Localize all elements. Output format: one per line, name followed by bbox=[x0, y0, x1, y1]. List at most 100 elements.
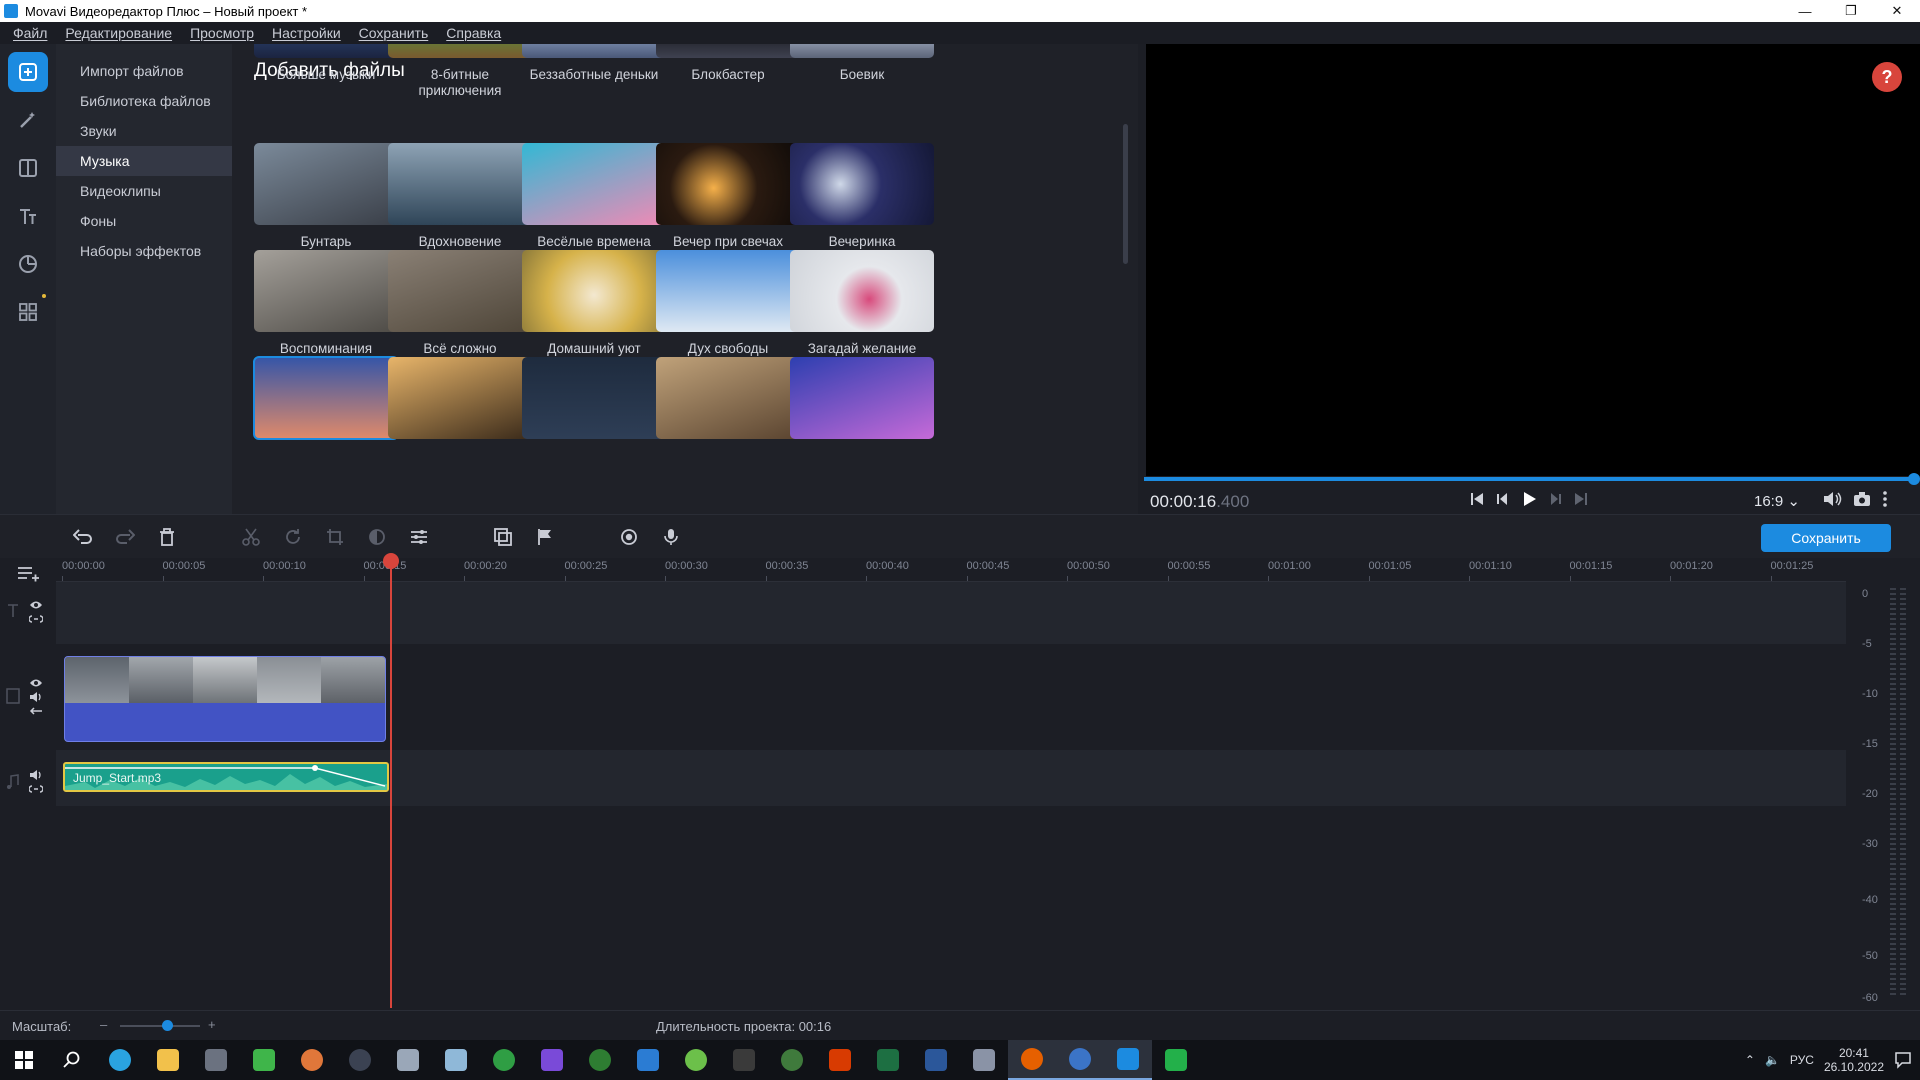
snapshot-icon[interactable] bbox=[1852, 490, 1872, 508]
music-tile[interactable] bbox=[790, 357, 934, 439]
play-button[interactable] bbox=[1520, 490, 1538, 508]
preview-progress-bar[interactable] bbox=[1144, 477, 1914, 481]
playhead-handle[interactable] bbox=[383, 553, 399, 569]
music-tile[interactable]: Беззаботные деньки bbox=[522, 44, 666, 83]
taskbar-app-utorrent[interactable] bbox=[672, 1040, 720, 1080]
audio-mute-icon[interactable] bbox=[29, 770, 43, 780]
redo-button[interactable] bbox=[114, 526, 136, 548]
taskbar-app-green[interactable] bbox=[240, 1040, 288, 1080]
music-tile[interactable]: Блокбастер bbox=[656, 44, 800, 83]
tray-expand-icon[interactable]: ⌃ bbox=[1745, 1053, 1755, 1067]
taskbar-app-green2[interactable] bbox=[1152, 1040, 1200, 1080]
taskbar-app-xbox[interactable] bbox=[576, 1040, 624, 1080]
color-adjust-button[interactable] bbox=[366, 526, 388, 548]
filters-tool-button[interactable] bbox=[8, 100, 48, 140]
taskbar-app-photos[interactable] bbox=[624, 1040, 672, 1080]
more-tools-button[interactable] bbox=[8, 292, 48, 332]
taskbar-word[interactable] bbox=[912, 1040, 960, 1080]
taskbar-app-gpu[interactable] bbox=[480, 1040, 528, 1080]
music-tile[interactable]: Больше музыки bbox=[254, 44, 398, 83]
zoom-out-icon[interactable]: – bbox=[100, 1017, 107, 1032]
music-tile[interactable]: Весёлые времена bbox=[522, 143, 666, 250]
title-visibility-icon[interactable] bbox=[29, 600, 43, 610]
tray-volume-icon[interactable]: 🔈 bbox=[1765, 1053, 1780, 1067]
music-tile[interactable]: Всё сложно bbox=[388, 250, 532, 357]
audio-clip[interactable]: Jump_Start.mp3 bbox=[63, 762, 389, 792]
more-options-icon[interactable] bbox=[1882, 490, 1888, 508]
menu-help[interactable]: Справка bbox=[437, 25, 510, 41]
tray-clock[interactable]: 20:41 26.10.2022 bbox=[1824, 1046, 1884, 1074]
music-tile[interactable] bbox=[656, 357, 800, 439]
menu-settings[interactable]: Настройки bbox=[263, 25, 350, 41]
title-track[interactable] bbox=[56, 582, 1846, 644]
menu-edit[interactable]: Редактирование bbox=[56, 25, 181, 41]
music-tile[interactable]: Боевик bbox=[790, 44, 934, 83]
music-tile[interactable] bbox=[253, 356, 399, 440]
music-tile[interactable]: Бунтарь bbox=[254, 143, 398, 250]
category-file-library[interactable]: Библиотека файлов bbox=[56, 86, 232, 116]
taskbar-telegram[interactable] bbox=[96, 1040, 144, 1080]
taskbar-qbittorrent[interactable] bbox=[1056, 1040, 1104, 1080]
taskbar-app-monitor[interactable] bbox=[960, 1040, 1008, 1080]
save-button[interactable]: Сохранить bbox=[1761, 524, 1891, 552]
add-track-icon[interactable] bbox=[17, 566, 39, 582]
video-clip[interactable] bbox=[64, 656, 386, 742]
taskbar-app-steam[interactable] bbox=[336, 1040, 384, 1080]
category-import-files[interactable]: Импорт файлов bbox=[56, 56, 232, 86]
video-link-icon[interactable] bbox=[29, 706, 43, 716]
zoom-slider[interactable] bbox=[120, 1025, 200, 1027]
record-voice-button[interactable] bbox=[660, 526, 682, 548]
aspect-ratio-select[interactable]: 16:9 ⌄ bbox=[1754, 492, 1800, 510]
music-tile[interactable]: Вечеринка bbox=[790, 143, 934, 250]
clip-properties-button[interactable] bbox=[408, 526, 430, 548]
zoom-slider-knob[interactable] bbox=[162, 1020, 173, 1031]
undo-button[interactable] bbox=[72, 526, 94, 548]
rotate-button[interactable] bbox=[282, 526, 304, 548]
preview-progress-knob[interactable] bbox=[1908, 473, 1920, 485]
delete-button[interactable] bbox=[156, 526, 178, 548]
taskbar-calculator[interactable] bbox=[192, 1040, 240, 1080]
music-tile[interactable] bbox=[522, 357, 666, 439]
skip-end-button[interactable] bbox=[1572, 490, 1590, 508]
category-music[interactable]: Музыка bbox=[56, 146, 232, 176]
overlay-button[interactable] bbox=[492, 526, 514, 548]
title-link-icon[interactable] bbox=[29, 614, 43, 624]
taskbar-app-upwork[interactable] bbox=[768, 1040, 816, 1080]
import-tool-button[interactable] bbox=[8, 52, 48, 92]
playhead[interactable] bbox=[390, 556, 392, 1008]
stickers-tool-button[interactable] bbox=[8, 244, 48, 284]
music-tile[interactable]: Загадай желание bbox=[790, 250, 934, 357]
transitions-tool-button[interactable] bbox=[8, 148, 48, 188]
taskbar-explorer[interactable] bbox=[144, 1040, 192, 1080]
menu-file[interactable]: Файл bbox=[0, 25, 56, 41]
category-sounds[interactable]: Звуки bbox=[56, 116, 232, 146]
music-tile[interactable]: Вдохновение bbox=[388, 143, 532, 250]
skip-start-button[interactable] bbox=[1468, 490, 1486, 508]
video-visibility-icon[interactable] bbox=[29, 678, 43, 688]
taskbar-app-purple[interactable] bbox=[528, 1040, 576, 1080]
tray-language[interactable]: РУС bbox=[1790, 1053, 1814, 1067]
record-screen-button[interactable] bbox=[618, 526, 640, 548]
audio-link-icon[interactable] bbox=[29, 784, 43, 794]
music-tile[interactable]: 8-битные приключения bbox=[388, 44, 532, 99]
taskbar-office[interactable] bbox=[816, 1040, 864, 1080]
notifications-icon[interactable] bbox=[1894, 1051, 1912, 1069]
close-button[interactable]: ✕ bbox=[1874, 0, 1920, 22]
gallery-scrollbar[interactable] bbox=[1123, 124, 1128, 264]
taskbar-excel[interactable] bbox=[864, 1040, 912, 1080]
music-tile[interactable]: Вечер при свечах bbox=[656, 143, 800, 250]
taskbar-app-orange[interactable] bbox=[288, 1040, 336, 1080]
crop-button[interactable] bbox=[324, 526, 346, 548]
start-button[interactable] bbox=[0, 1040, 48, 1080]
menu-view[interactable]: Просмотр bbox=[181, 25, 263, 41]
help-button[interactable]: ? bbox=[1872, 62, 1902, 92]
taskbar-app-feather[interactable] bbox=[384, 1040, 432, 1080]
music-tile[interactable] bbox=[388, 357, 532, 439]
music-tile[interactable]: Дух свободы bbox=[656, 250, 800, 357]
category-effect-packs[interactable]: Наборы эффектов bbox=[56, 236, 232, 266]
taskbar-movavi[interactable] bbox=[1104, 1040, 1152, 1080]
prev-frame-button[interactable] bbox=[1494, 490, 1512, 508]
minimize-button[interactable]: — bbox=[1782, 0, 1828, 22]
taskbar-firefox[interactable] bbox=[1008, 1040, 1056, 1080]
titles-tool-button[interactable] bbox=[8, 196, 48, 236]
